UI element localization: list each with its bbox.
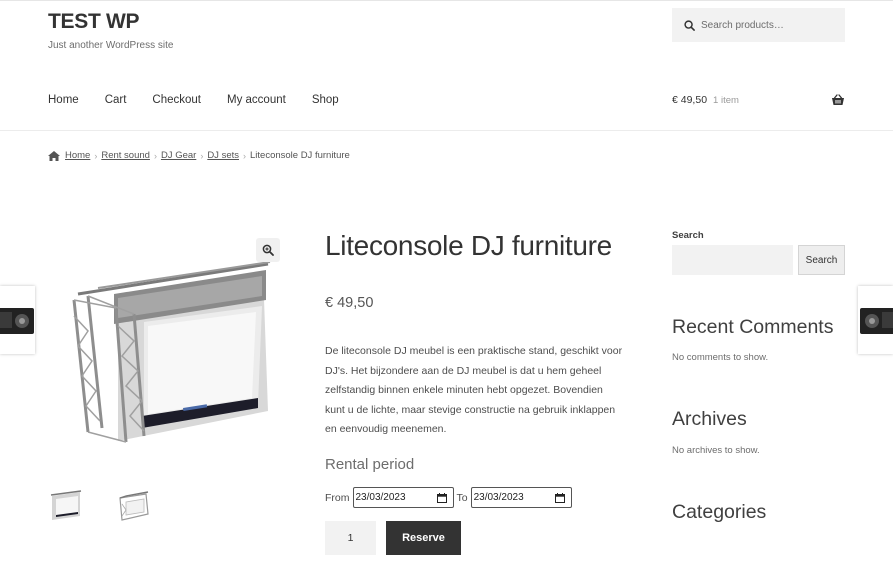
- rental-date-row: From 23/03/2023 To 23/03/2023: [325, 487, 575, 508]
- product-title: Liteconsole DJ furniture: [325, 230, 612, 261]
- header-cart[interactable]: € 49,50 1 item: [672, 94, 845, 106]
- home-icon: [48, 150, 60, 161]
- nav-item-checkout[interactable]: Checkout: [152, 94, 201, 106]
- rental-to-date-value: 23/03/2023: [473, 492, 524, 503]
- sidebar-search-button[interactable]: Search: [798, 245, 845, 275]
- cart-count[interactable]: 1 item: [713, 95, 739, 106]
- next-product-link[interactable]: [858, 286, 893, 354]
- next-product-thumbnail: [860, 308, 893, 334]
- dj-console-angle-thumbnail: [119, 491, 149, 521]
- product-main-image[interactable]: [48, 236, 280, 450]
- rental-from-date-input[interactable]: 23/03/2023: [352, 487, 454, 508]
- site-description: Just another WordPress site: [48, 40, 174, 51]
- rental-period-title: Rental period: [325, 456, 415, 473]
- rental-to-date-input[interactable]: 23/03/2023: [470, 487, 572, 508]
- dj-console-image: [72, 261, 271, 443]
- breadcrumb-home[interactable]: Home: [65, 150, 90, 161]
- rental-from-label: From: [325, 491, 350, 504]
- gallery-thumbnail-1[interactable]: [48, 488, 84, 524]
- product-search-box[interactable]: [672, 8, 845, 42]
- breadcrumb-rent-sound[interactable]: Rent sound: [101, 150, 150, 161]
- nav-item-shop[interactable]: Shop: [312, 94, 339, 106]
- breadcrumb-separator-icon: ›: [200, 150, 204, 161]
- quantity-input[interactable]: 1: [325, 521, 376, 555]
- gallery-thumbnail-2[interactable]: [116, 488, 152, 524]
- product-search-input[interactable]: [701, 19, 841, 31]
- previous-product-link[interactable]: [0, 286, 35, 354]
- rental-to-label: To: [456, 491, 468, 504]
- previous-product-thumbnail: [0, 308, 34, 334]
- breadcrumb-dj-sets[interactable]: DJ sets: [207, 150, 239, 161]
- archives-title: Archives: [672, 408, 747, 430]
- sidebar-search-label: Search: [672, 230, 704, 241]
- cart-amount[interactable]: € 49,50: [672, 94, 707, 106]
- dj-console-front-thumbnail: [50, 490, 82, 520]
- product-price: € 49,50: [325, 295, 374, 311]
- sidebar-search-input[interactable]: [672, 245, 793, 275]
- recent-comments-text: No comments to show.: [672, 352, 769, 363]
- nav-item-my-account[interactable]: My account: [227, 94, 286, 106]
- product-description: De liteconsole DJ meubel is een praktisc…: [325, 345, 623, 436]
- zoom-button[interactable]: [256, 238, 280, 262]
- nav-item-home[interactable]: Home: [48, 94, 79, 106]
- breadcrumb: Home › Rent sound › DJ Gear › DJ sets › …: [48, 150, 350, 161]
- top-rule: [0, 0, 893, 1]
- reserve-button[interactable]: Reserve: [386, 521, 461, 555]
- breadcrumb-separator-icon: ›: [153, 150, 157, 161]
- basket-icon[interactable]: [831, 94, 845, 106]
- breadcrumb-separator-icon: ›: [94, 150, 98, 161]
- archives-text: No archives to show.: [672, 445, 760, 456]
- calendar-icon[interactable]: [554, 492, 565, 503]
- rental-from-date-value: 23/03/2023: [355, 492, 406, 503]
- zoom-icon: [262, 244, 274, 256]
- categories-title: Categories: [672, 501, 767, 523]
- breadcrumb-current: Liteconsole DJ furniture: [250, 150, 350, 161]
- search-icon: [684, 19, 695, 31]
- primary-nav: Home Cart Checkout My account Shop: [48, 94, 365, 106]
- breadcrumb-separator-icon: ›: [243, 150, 246, 161]
- breadcrumb-dj-gear[interactable]: DJ Gear: [161, 150, 196, 161]
- site-title[interactable]: TEST WP: [48, 10, 140, 34]
- calendar-icon[interactable]: [436, 492, 447, 503]
- header-divider: [0, 130, 893, 131]
- recent-comments-title: Recent Comments: [672, 316, 834, 338]
- nav-item-cart[interactable]: Cart: [105, 94, 127, 106]
